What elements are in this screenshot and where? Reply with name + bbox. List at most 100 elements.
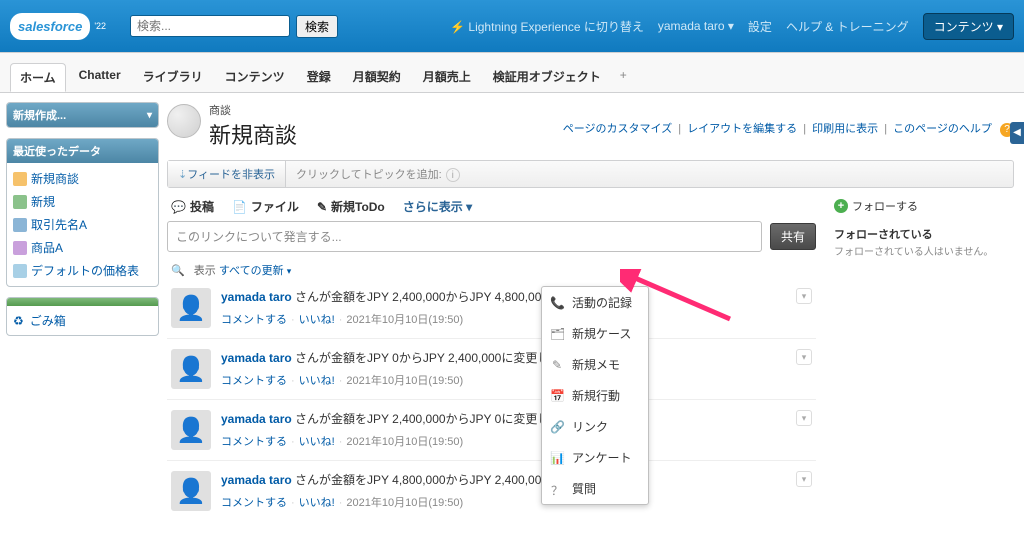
tab-add-button[interactable]: + xyxy=(614,63,633,92)
comment-link[interactable]: コメントする xyxy=(221,436,287,448)
info-icon[interactable]: i xyxy=(446,168,460,182)
feed-item-menu[interactable]: ▾ xyxy=(796,288,812,304)
feed-user-link[interactable]: yamada taro xyxy=(221,351,292,365)
logo[interactable]: salesforce '22 xyxy=(10,6,100,46)
like-link[interactable]: いいね! xyxy=(299,436,335,448)
page-help-link[interactable]: このページのヘルプ xyxy=(893,123,992,135)
sidebar: 新規作成...▾ 最近使ったデータ 新規商談 新規 取引先名A 商品A デフォル… xyxy=(0,94,165,533)
publisher-more-dropdown: 📞活動の記録 🗂新規ケース ✎新規メモ 📅新規行動 🔗リンク 📊アンケート ？質… xyxy=(541,286,649,505)
topbar: salesforce '22 検索 Lightning Experience に… xyxy=(0,0,1024,52)
pub-tab-file[interactable]: 📄ファイル xyxy=(232,198,299,215)
feed-user-link[interactable]: yamada taro xyxy=(221,412,292,426)
recent-header: 最近使ったデータ xyxy=(7,139,158,163)
tab-content[interactable]: コンテンツ xyxy=(216,63,294,92)
feed-user-link[interactable]: yamada taro xyxy=(221,473,292,487)
avatar[interactable]: 👤 xyxy=(171,349,211,389)
feed-user-link[interactable]: yamada taro xyxy=(221,290,292,304)
caret-down-icon: ▾ xyxy=(287,266,292,276)
publisher-tabs: 💬投稿 📄ファイル ✎新規ToDo さらに表示 ▾ xyxy=(167,198,816,221)
pricebook-icon xyxy=(13,264,27,278)
feed-filter-select[interactable]: すべての更新 ▾ xyxy=(219,265,291,277)
dd-new-event[interactable]: 📅新規行動 xyxy=(542,380,648,411)
recent-item-lead[interactable]: 新規 xyxy=(13,190,152,213)
followers-empty: フォローされている人はいません。 xyxy=(834,246,1014,260)
share-button[interactable]: 共有 xyxy=(770,223,816,250)
feed-list: 👤 yamada taro さんが金額をJPY 2,400,000からJPY 4… xyxy=(167,278,816,521)
publisher-input[interactable]: このリンクについて発言する... xyxy=(167,221,762,252)
search-icon[interactable]: 🔍 xyxy=(171,265,185,277)
feed-date: 2021年10月10日(19:50) xyxy=(346,375,463,387)
comment-link[interactable]: コメントする xyxy=(221,497,287,509)
dd-poll[interactable]: 📊アンケート xyxy=(542,442,648,473)
logo-badge: '22 xyxy=(94,21,106,31)
file-icon: 📄 xyxy=(232,200,247,214)
follow-panel: +フォローする フォローされている フォローされている人はいません。 xyxy=(834,198,1014,521)
feed-item: 👤 yamada taro さんが金額をJPY 4,800,000からJPY 2… xyxy=(167,460,816,521)
new-create-menu[interactable]: 新規作成...▾ xyxy=(7,103,158,127)
feed-item: 👤 yamada taro さんが金額をJPY 2,400,000からJPY 0… xyxy=(167,399,816,460)
page-action-links: ページのカスタマイズ | レイアウトを編集する | 印刷用に表示 | このページ… xyxy=(560,120,1014,137)
help-link[interactable]: ヘルプ & トレーニング xyxy=(786,18,909,35)
new-box: 新規作成...▾ xyxy=(6,102,159,128)
tab-register[interactable]: 登録 xyxy=(298,63,340,92)
search-button[interactable]: 検索 xyxy=(296,15,338,38)
tab-chatter[interactable]: Chatter xyxy=(70,63,130,92)
caret-down-icon: ▾ xyxy=(728,19,734,33)
recent-box: 最近使ったデータ 新規商談 新規 取引先名A 商品A デフォルトの価格表 xyxy=(6,138,159,287)
global-search: 検索 xyxy=(130,15,338,38)
follow-button[interactable]: +フォローする xyxy=(834,198,918,214)
side-panel-toggle[interactable]: ◀ xyxy=(1010,122,1024,144)
recent-item-opportunity[interactable]: 新規商談 xyxy=(13,167,152,190)
recent-list: 新規商談 新規 取引先名A 商品A デフォルトの価格表 xyxy=(7,163,158,286)
comment-link[interactable]: コメントする xyxy=(221,375,287,387)
feed-filter: 🔍 表示 すべての更新 ▾ xyxy=(167,262,816,278)
product-icon xyxy=(13,241,27,255)
feed-item-menu[interactable]: ▾ xyxy=(796,349,812,365)
caret-down-icon: ▾ xyxy=(466,200,472,214)
customize-page-link[interactable]: ページのカスタマイズ xyxy=(563,123,672,135)
account-icon xyxy=(13,218,27,232)
search-input[interactable] xyxy=(130,15,290,37)
tab-monthly-contract[interactable]: 月額契約 xyxy=(344,63,410,92)
add-topic-prompt[interactable]: クリックしてトピックを追加:i xyxy=(286,166,470,182)
like-link[interactable]: いいね! xyxy=(299,314,335,326)
lightning-switch-link[interactable]: Lightning Experience に切り替え xyxy=(450,18,644,35)
avatar[interactable]: 👤 xyxy=(171,288,211,328)
feed-date: 2021年10月10日(19:50) xyxy=(346,436,463,448)
plus-icon: + xyxy=(834,199,848,213)
recent-item-account[interactable]: 取引先名A xyxy=(13,213,152,236)
content-menu-button[interactable]: コンテンツ ▾ xyxy=(923,13,1014,40)
user-menu[interactable]: yamada taro ▾ xyxy=(658,19,734,33)
recent-item-pricebook[interactable]: デフォルトの価格表 xyxy=(13,259,152,282)
trash-link[interactable]: ♻ごみ箱 xyxy=(13,312,152,329)
opportunity-icon xyxy=(13,172,27,186)
dd-log-activity[interactable]: 📞活動の記録 xyxy=(542,287,648,318)
publisher: 💬投稿 📄ファイル ✎新規ToDo さらに表示 ▾ このリンクについて発言する.… xyxy=(167,198,816,521)
avatar[interactable]: 👤 xyxy=(171,471,211,511)
pub-more-button[interactable]: さらに表示 ▾ xyxy=(403,198,472,215)
feed-item-menu[interactable]: ▾ xyxy=(796,471,812,487)
pub-tab-todo[interactable]: ✎新規ToDo xyxy=(317,198,385,215)
tab-library[interactable]: ライブラリ xyxy=(134,63,212,92)
recent-item-product[interactable]: 商品A xyxy=(13,236,152,259)
tab-monthly-sales[interactable]: 月額売上 xyxy=(414,63,480,92)
phone-icon: 📞 xyxy=(550,296,564,310)
avatar[interactable]: 👤 xyxy=(171,410,211,450)
tab-home[interactable]: ホーム xyxy=(10,63,66,92)
hide-feed-button[interactable]: フィードを非表示 xyxy=(168,161,286,187)
settings-link[interactable]: 設定 xyxy=(748,18,772,35)
tab-custom-object[interactable]: 検証用オブジェクト xyxy=(484,63,610,92)
print-view-link[interactable]: 印刷用に表示 xyxy=(812,123,878,135)
dd-new-note[interactable]: ✎新規メモ xyxy=(542,349,648,380)
page-header: 商談 新規商談 ページのカスタマイズ | レイアウトを編集する | 印刷用に表示… xyxy=(167,102,1014,150)
like-link[interactable]: いいね! xyxy=(299,375,335,387)
pub-tab-post[interactable]: 💬投稿 xyxy=(171,198,214,215)
comment-link[interactable]: コメントする xyxy=(221,314,287,326)
feed-item-menu[interactable]: ▾ xyxy=(796,410,812,426)
feed-date: 2021年10月10日(19:50) xyxy=(346,497,463,509)
dd-question[interactable]: ？質問 xyxy=(542,473,648,504)
edit-layout-link[interactable]: レイアウトを編集する xyxy=(687,123,797,135)
dd-new-case[interactable]: 🗂新規ケース xyxy=(542,318,648,349)
like-link[interactable]: いいね! xyxy=(299,497,335,509)
dd-link[interactable]: 🔗リンク xyxy=(542,411,648,442)
